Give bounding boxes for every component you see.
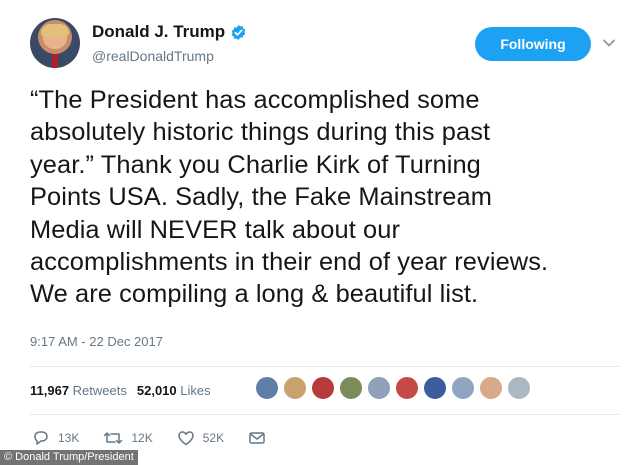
following-button[interactable]: Following [475,27,591,61]
like-action[interactable]: 52K [177,430,224,446]
tweet-stats: 11,967 Retweets 52,010 Likes [30,374,221,406]
display-name[interactable]: Donald J. Trump [92,22,225,42]
liker-avatar[interactable] [479,376,503,400]
tweet-line: absolutely historic things during this p… [30,118,491,147]
liker-avatar[interactable] [451,376,475,400]
tweet-line: Media will NEVER talk about our [30,215,401,244]
liker-avatar[interactable] [255,376,279,400]
retweet-icon [104,432,123,444]
message-action[interactable] [248,430,274,446]
reply-icon [34,431,48,445]
envelope-icon [249,432,265,444]
tweet-line: We are compiling a long & beautiful list… [30,280,479,309]
tweet-line: accomplishments in their end of year rev… [30,248,549,277]
liker-avatar[interactable] [507,376,531,400]
liker-avatar[interactable] [283,376,307,400]
liker-avatar[interactable] [311,376,335,400]
liker-avatar[interactable] [423,376,447,400]
retweets-label: Retweets [72,382,127,398]
likes-count: 52,010 [136,382,177,398]
photo-credit: © Donald Trump/President [0,450,138,465]
avatar[interactable] [30,18,80,68]
tweet-header: Donald J. Trump @realDonaldTrump Followi… [30,16,620,72]
tweet-actions: 13K 12K 52K [32,430,298,446]
tweet-timestamp[interactable]: 9:17 AM - 22 Dec 2017 [30,334,163,349]
divider [30,414,620,415]
user-info: Donald J. Trump @realDonaldTrump [92,22,247,64]
retweets-count: 11,967 [30,382,70,398]
heart-icon [177,431,194,446]
tweet-line: Points USA. Sadly, the Fake Mainstream [30,183,492,212]
chevron-down-icon[interactable] [602,36,616,50]
reply-action[interactable]: 13K [32,430,79,446]
liker-avatar[interactable] [395,376,419,400]
retweets-stat[interactable]: 11,967 Retweets [30,383,127,398]
avatar-tie [52,54,58,68]
user-handle[interactable]: @realDonaldTrump [92,48,247,64]
tweet-line: year.” Thank you Charlie Kirk of Turning [30,150,481,179]
like-count: 52K [202,431,225,445]
likes-label: Likes [180,382,211,398]
name-row: Donald J. Trump [92,22,247,42]
liker-avatar[interactable] [339,376,363,400]
avatar-hair [41,24,69,36]
likes-stat[interactable]: 52,010 Likes [137,383,211,398]
reply-count: 13K [58,431,80,445]
retweet-action[interactable]: 12K [103,430,153,446]
tweet-line: “The President has accomplished some [30,86,480,114]
liker-avatars [255,376,535,400]
tweet-text: “The President has accomplished some abs… [30,84,620,311]
verified-badge-icon [231,24,246,40]
liker-avatar[interactable] [367,376,391,400]
divider [30,366,620,367]
retweet-count: 12K [131,431,153,445]
